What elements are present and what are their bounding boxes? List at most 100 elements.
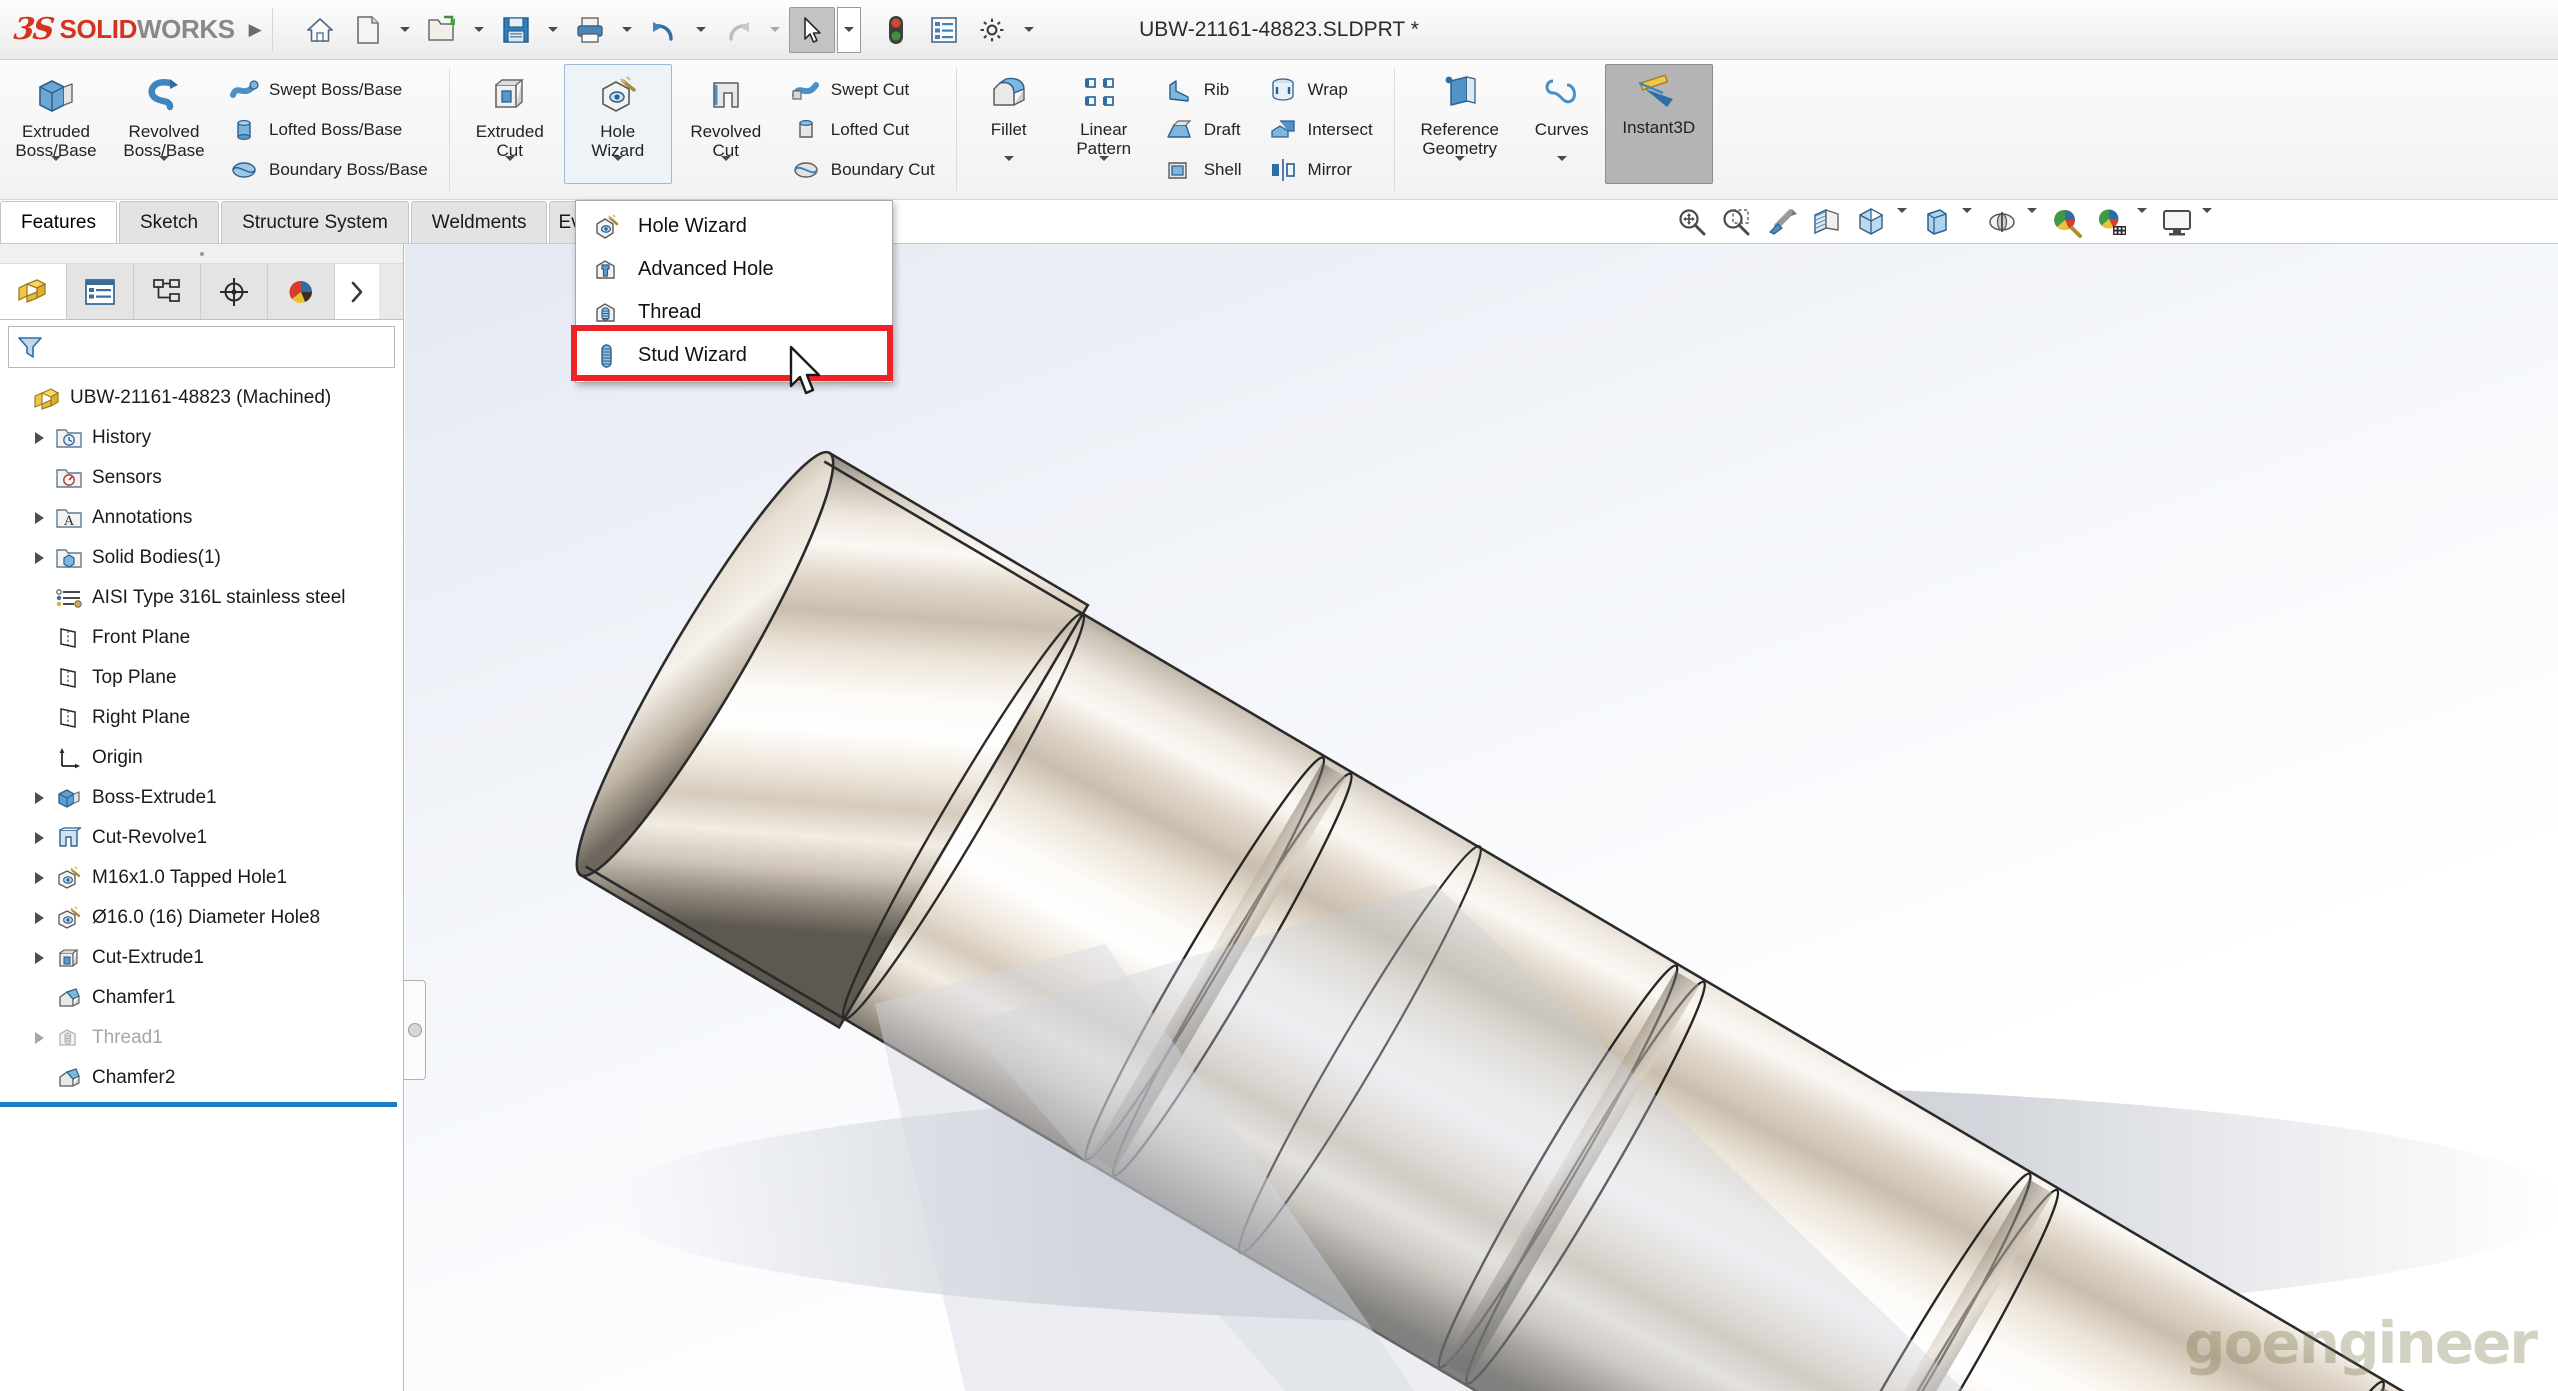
fillet-button[interactable]: Fillet xyxy=(963,64,1055,184)
open-button[interactable] xyxy=(419,7,465,53)
expand-toggle[interactable] xyxy=(26,1032,52,1044)
tab-structure-system[interactable]: Structure System xyxy=(221,201,409,243)
extruded-cut-dropdown[interactable] xyxy=(504,156,515,183)
boundary-cut-button[interactable]: Boundary Cut xyxy=(786,154,944,186)
rib-button[interactable]: Rib xyxy=(1159,74,1251,106)
display-style-button[interactable] xyxy=(1916,202,1958,242)
menu-expand-chevron-icon[interactable]: ▶ xyxy=(249,20,262,40)
tree-item-material[interactable]: AISI Type 316L stainless steel xyxy=(0,578,403,618)
tree-item-thread1[interactable]: Thread1 xyxy=(0,1018,403,1058)
tree-item-diameter-hole8[interactable]: Ø16.0 (16) Diameter Hole8 xyxy=(0,898,403,938)
panel-splitter-handle[interactable] xyxy=(404,980,426,1080)
expand-toggle[interactable] xyxy=(26,832,52,844)
view-settings-dropdown[interactable] xyxy=(2202,208,2212,231)
lofted-cut-button[interactable]: Lofted Cut xyxy=(786,114,944,146)
expand-toggle[interactable] xyxy=(26,912,52,924)
redo-button[interactable] xyxy=(715,7,761,53)
hole-wizard-dropdown-arrow[interactable] xyxy=(612,156,623,183)
display-manager-tab[interactable] xyxy=(268,264,335,319)
hide-show-items-dropdown[interactable] xyxy=(2027,208,2037,231)
expand-toggle[interactable] xyxy=(26,952,52,964)
tree-item-part[interactable]: UBW-21161-48823 (Machined) xyxy=(0,378,403,418)
wrap-button[interactable]: Wrap xyxy=(1263,74,1382,106)
new-document-dropdown[interactable] xyxy=(393,7,417,53)
previous-view-button[interactable] xyxy=(1761,202,1803,242)
zoom-to-fit-button[interactable] xyxy=(1671,202,1713,242)
menu-item-thread[interactable]: Thread xyxy=(576,291,892,334)
feature-manager-tab[interactable] xyxy=(0,264,67,319)
dimxpert-manager-tab[interactable] xyxy=(201,264,268,319)
revolved-boss-base-button[interactable]: Revolved Boss/Base xyxy=(110,64,218,184)
shell-button[interactable]: Shell xyxy=(1159,154,1251,186)
revolved-cut-dropdown[interactable] xyxy=(720,156,731,183)
options-button[interactable] xyxy=(969,7,1015,53)
open-dropdown[interactable] xyxy=(467,7,491,53)
expand-toggle[interactable] xyxy=(26,552,52,564)
draft-button[interactable]: Draft xyxy=(1159,114,1251,146)
search-input[interactable] xyxy=(49,336,386,358)
revolved-boss-dropdown[interactable] xyxy=(159,156,169,183)
tree-item-cut-revolve1[interactable]: Cut-Revolve1 xyxy=(0,818,403,858)
feature-tree-filter[interactable] xyxy=(8,326,395,368)
select-tool-button[interactable] xyxy=(788,6,835,53)
tree-item-history[interactable]: History xyxy=(0,418,403,458)
tree-item-origin[interactable]: Origin xyxy=(0,738,403,778)
rebuild-button[interactable] xyxy=(873,7,919,53)
undo-dropdown[interactable] xyxy=(689,7,713,53)
tree-item-annotations[interactable]: A Annotations xyxy=(0,498,403,538)
tab-features[interactable]: Features xyxy=(0,201,117,243)
lofted-boss-base-button[interactable]: Lofted Boss/Base xyxy=(224,114,437,146)
view-settings-button[interactable] xyxy=(2156,202,2198,242)
boundary-boss-base-button[interactable]: Boundary Boss/Base xyxy=(224,154,437,186)
property-manager-tab[interactable] xyxy=(67,264,134,319)
tree-item-solid-bodies[interactable]: Solid Bodies(1) xyxy=(0,538,403,578)
tree-item-top-plane[interactable]: Top Plane xyxy=(0,658,403,698)
extruded-boss-dropdown[interactable] xyxy=(51,156,61,183)
reference-geometry-dropdown[interactable] xyxy=(1454,156,1465,183)
menu-item-stud-wizard[interactable]: Stud Wizard xyxy=(576,334,892,377)
expand-toggle[interactable] xyxy=(26,872,52,884)
rollback-bar[interactable] xyxy=(0,1102,397,1107)
save-dropdown[interactable] xyxy=(541,7,565,53)
file-properties-button[interactable] xyxy=(921,7,967,53)
tree-item-right-plane[interactable]: Right Plane xyxy=(0,698,403,738)
model-3d-view[interactable] xyxy=(405,244,2558,1391)
feature-tree[interactable]: UBW-21161-48823 (Machined) History Senso… xyxy=(0,372,403,1391)
section-view-button[interactable] xyxy=(1806,202,1848,242)
hole-wizard-button[interactable]: Hole Wizard xyxy=(563,64,672,184)
revolved-cut-button[interactable]: Revolved Cut xyxy=(672,64,780,184)
swept-cut-button[interactable]: Swept Cut xyxy=(786,74,944,106)
swept-boss-base-button[interactable]: Swept Boss/Base xyxy=(224,74,437,106)
reference-geometry-button[interactable]: Reference Geometry xyxy=(1401,64,1519,184)
undo-button[interactable] xyxy=(641,7,687,53)
redo-dropdown[interactable] xyxy=(763,7,787,53)
expand-toggle[interactable] xyxy=(26,792,52,804)
fillet-dropdown[interactable] xyxy=(1003,156,1014,183)
curves-button[interactable]: Curves xyxy=(1519,64,1605,184)
tree-item-chamfer2[interactable]: Chamfer2 xyxy=(0,1058,403,1098)
select-tool-dropdown[interactable] xyxy=(836,6,861,53)
tree-item-front-plane[interactable]: Front Plane xyxy=(0,618,403,658)
tree-item-tapped-hole1[interactable]: M16x1.0 Tapped Hole1 xyxy=(0,858,403,898)
panel-expand-tab[interactable] xyxy=(335,264,379,319)
options-dropdown[interactable] xyxy=(1017,7,1041,53)
view-orientation-dropdown[interactable] xyxy=(1897,208,1907,231)
tree-item-chamfer1[interactable]: Chamfer1 xyxy=(0,978,403,1018)
tab-sketch[interactable]: Sketch xyxy=(118,201,220,243)
print-dropdown[interactable] xyxy=(615,7,639,53)
apply-scene-button[interactable] xyxy=(2091,202,2133,242)
zoom-to-area-button[interactable] xyxy=(1716,202,1758,242)
expand-toggle[interactable] xyxy=(26,432,52,444)
solidworks-logo[interactable]: 3S SOLIDWORKS xyxy=(12,12,235,47)
panel-grip[interactable] xyxy=(0,244,403,264)
extruded-cut-button[interactable]: Extruded Cut xyxy=(456,64,564,184)
apply-scene-dropdown[interactable] xyxy=(2137,208,2147,231)
view-orientation-button[interactable] xyxy=(1851,202,1893,242)
expand-toggle[interactable] xyxy=(26,512,52,524)
tree-item-cut-extrude1[interactable]: Cut-Extrude1 xyxy=(0,938,403,978)
print-button[interactable] xyxy=(567,7,613,53)
edit-appearance-button[interactable] xyxy=(2046,202,2088,242)
linear-pattern-button[interactable]: Linear Pattern xyxy=(1055,64,1153,184)
menu-item-hole-wizard[interactable]: Hole Wizard xyxy=(576,205,892,248)
tree-item-sensors[interactable]: Sensors xyxy=(0,458,403,498)
